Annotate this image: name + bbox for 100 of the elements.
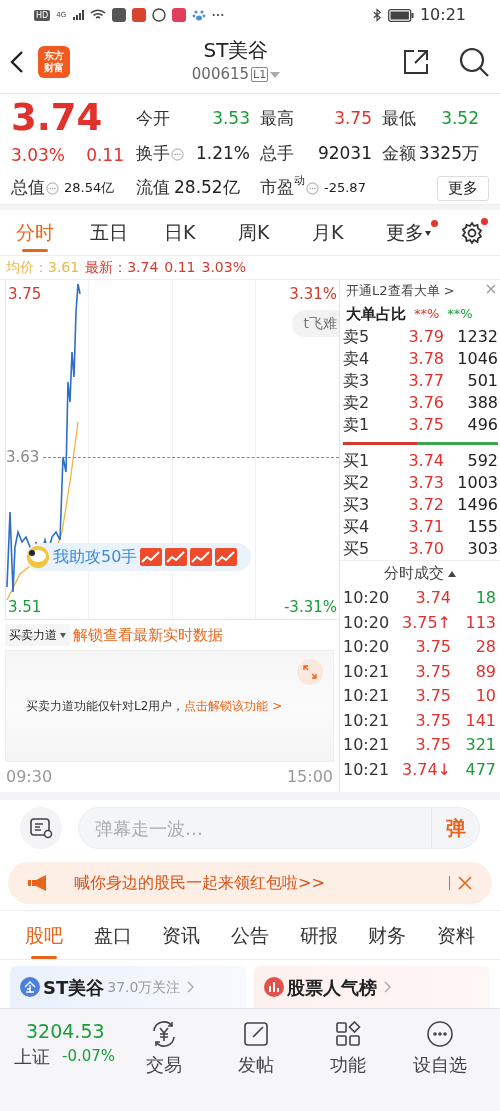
- feature-card[interactable]: ST美谷 37.0万关注: [10, 966, 246, 1008]
- nav-item[interactable]: 交易: [118, 1019, 210, 1078]
- back-icon[interactable]: [10, 49, 24, 74]
- trade-price: 3.74↓: [400, 758, 451, 781]
- trade-volume: 141: [464, 709, 496, 732]
- search-icon[interactable]: [458, 45, 490, 78]
- stat-value: 28.52亿: [174, 176, 240, 200]
- chart-tab[interactable]: 月K: [312, 209, 386, 256]
- close-icon[interactable]: [486, 284, 496, 294]
- logo-text: 财富: [44, 61, 64, 74]
- share-icon[interactable]: [402, 47, 430, 76]
- app-notification-icon: [132, 8, 147, 22]
- chart-tab[interactable]: 五日: [90, 209, 164, 256]
- settings-icon[interactable]: [460, 220, 484, 245]
- stat-value: 3325万: [418, 142, 479, 166]
- indicator-select[interactable]: 买卖力道: [5, 624, 70, 646]
- big-order-label: 大单占比: [346, 303, 406, 325]
- caret-up-icon[interactable]: [448, 570, 456, 577]
- order-price: 3.78: [407, 348, 444, 370]
- trade-time: 10:21: [343, 709, 391, 732]
- app-notification-icon: [112, 8, 127, 22]
- danmaku-input[interactable]: 弹幕走一波…: [79, 814, 431, 842]
- order-volume: 303: [466, 538, 498, 560]
- section-tab[interactable]: 资料: [421, 910, 491, 960]
- trade-time: 10:20: [343, 636, 391, 659]
- order-volume: 1496: [456, 494, 498, 516]
- order-volume: 1232: [456, 326, 498, 348]
- index-name: 上证: [14, 1045, 50, 1069]
- order-volume: 155: [466, 516, 498, 538]
- promo-banner[interactable]: 喊你身边的股民一起来领红包啦>>: [8, 862, 492, 904]
- section-tab[interactable]: 研报: [284, 910, 353, 960]
- banner-text: 喊你身边的股民一起来领红包啦>>: [74, 872, 326, 894]
- stat-label: 市盈: [260, 177, 294, 200]
- promo-text: 我助攻50手: [53, 546, 138, 568]
- danmaku-settings-button[interactable]: [20, 807, 62, 849]
- stat-value: 92031: [317, 142, 372, 166]
- latest-change: 0.11: [164, 258, 196, 277]
- stat-label: 金额: [382, 142, 416, 166]
- order-price: 3.73: [407, 472, 444, 494]
- level-badge: L1: [251, 67, 269, 82]
- stat-value: 28.54亿: [64, 179, 115, 198]
- latest-price: 最新：3.74: [85, 258, 159, 277]
- section-tab[interactable]: 资讯: [147, 910, 216, 960]
- nav-item[interactable]: 设自选: [394, 1019, 486, 1078]
- grid-icon[interactable]: [333, 1019, 363, 1049]
- section-tab[interactable]: 盘口: [78, 910, 148, 960]
- trade-price: 3.74: [414, 587, 451, 610]
- trade-volume: 477: [464, 758, 496, 781]
- order-level: 买1: [343, 450, 371, 472]
- average-price: 均价：3.61: [6, 258, 80, 277]
- caret-icon: [425, 231, 431, 237]
- order-price: 3.76: [407, 392, 444, 414]
- danmaku-settings-icon: [29, 816, 53, 840]
- signal-icon: [72, 9, 85, 21]
- locked-notice: 买卖力道功能仅针对L2用户，点击解锁该功能 >: [26, 698, 283, 715]
- order-price: 3.79: [407, 326, 444, 348]
- wifi-icon: [90, 9, 107, 21]
- chart-tab[interactable]: 日K: [164, 209, 238, 256]
- chart-tab[interactable]: 周K: [238, 209, 312, 256]
- more-button[interactable]: 更多: [437, 175, 489, 201]
- trade-volume: 28: [474, 636, 496, 659]
- close-icon[interactable]: [458, 876, 472, 890]
- chevron-right-icon: [384, 981, 392, 993]
- chart-tab[interactable]: 更多: [386, 209, 460, 256]
- rising-chart-icon: [140, 548, 163, 566]
- logo-text: 东方: [44, 49, 64, 61]
- nav-item[interactable]: 功能: [302, 1019, 394, 1078]
- enterprise-icon: [20, 977, 40, 997]
- change-percent: 3.03%: [11, 144, 65, 167]
- edit-icon[interactable]: [241, 1019, 271, 1049]
- tab-underline: [31, 956, 58, 959]
- unlock-link[interactable]: 解锁查看最新实时数据: [73, 623, 223, 647]
- order-volume: 496: [466, 414, 498, 436]
- trade-time: 10:21: [343, 758, 391, 781]
- clock-time: 10:21: [419, 4, 466, 26]
- section-tab[interactable]: 公告: [215, 910, 285, 960]
- stat-label: 流值: [136, 176, 170, 200]
- order-level: 买3: [343, 494, 371, 516]
- card-title: 股票人气榜: [287, 975, 377, 1000]
- index-value: 3204.53: [25, 1019, 106, 1043]
- axis-label: 3.75: [8, 284, 42, 305]
- stat-value: 3.52: [441, 107, 479, 131]
- order-price: 3.77: [407, 370, 444, 392]
- app-notification-icon: [152, 8, 167, 22]
- trade-price: 3.75: [414, 636, 451, 659]
- stat-label: 总值: [11, 176, 45, 200]
- change-amount: 0.11: [86, 144, 124, 167]
- card-subtitle: 37.0万关注: [107, 977, 181, 997]
- more-notifications-icon: [212, 13, 225, 17]
- trade-volume: 10: [474, 685, 496, 708]
- l2-upgrade-link[interactable]: 开通L2查看大单 >: [346, 281, 455, 301]
- feature-card[interactable]: 股票人气榜: [254, 966, 490, 1008]
- trade-price: 3.75: [414, 709, 451, 732]
- chevron-right-icon: [187, 981, 196, 993]
- time-axis-label: 09:30: [6, 766, 53, 788]
- caret-icon: [60, 632, 66, 638]
- nav-item[interactable]: 发帖: [210, 1019, 302, 1078]
- order-level: 卖1: [343, 414, 371, 436]
- more-icon[interactable]: [425, 1019, 455, 1049]
- section-tab[interactable]: 财务: [352, 910, 422, 960]
